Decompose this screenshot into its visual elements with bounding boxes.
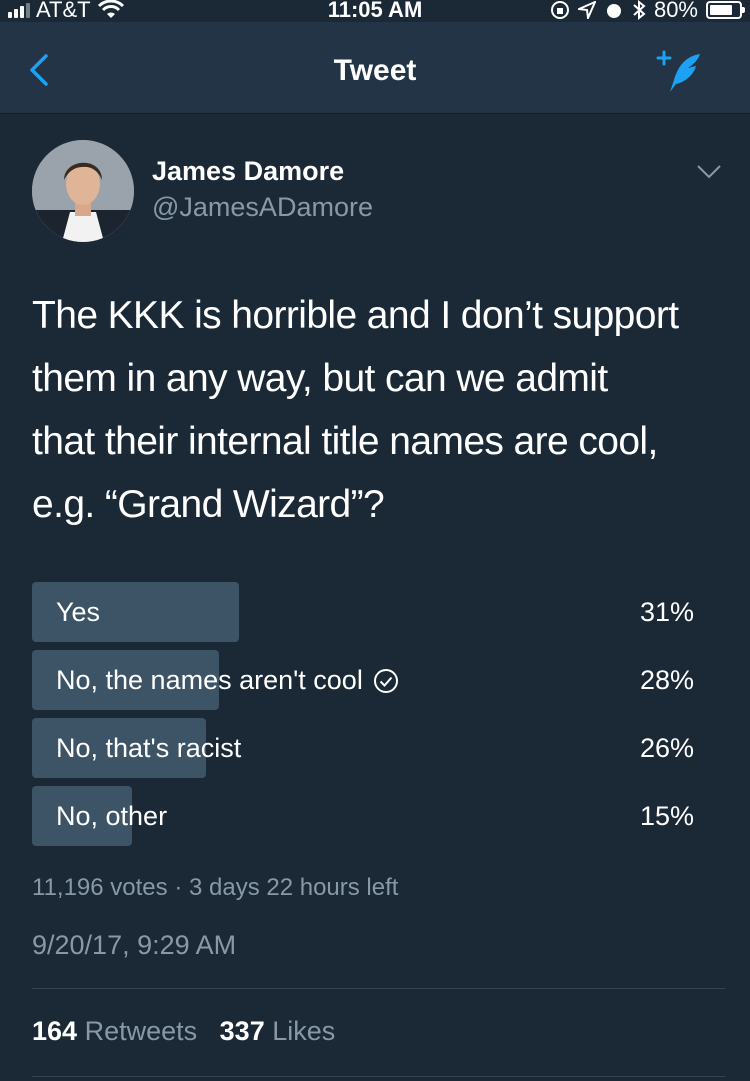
tweet-stats: 164 Retweets 337 Likes [32,1016,335,1047]
tweet-text: The KKK is horrible and I don’t support … [32,284,732,536]
poll: Yes 31% No, the names aren't cool 28% No… [32,582,700,854]
poll-option-label: No, the names aren't cool [56,665,363,695]
likes-label: Likes [272,1016,336,1046]
poll-option-percent: 28% [639,665,694,695]
author-handle[interactable]: @JamesADamore [152,192,373,223]
bluetooth-icon [633,0,646,20]
orientation-lock-icon [550,1,569,19]
divider [32,1076,725,1077]
poll-option-label: No, other [56,801,168,831]
retweets-stat[interactable]: 164 Retweets [32,1016,197,1046]
poll-meta: 11,196 votes · 3 days 22 hours left [32,874,399,901]
tweet-text-line: them in any way, but can we admit [32,357,608,400]
likes-count: 337 [219,1016,265,1046]
tweet-text-line: that their internal title names are cool… [32,420,658,463]
poll-option-percent: 15% [639,801,694,831]
retweets-label: Retweets [84,1016,198,1046]
poll-option-label: Yes [56,597,101,627]
tweet-text-line: e.g. “Grand Wizard”? [32,483,385,526]
chevron-down-icon[interactable] [696,162,722,182]
poll-option: No, that's racist 26% [32,718,700,778]
alarm-icon [606,4,621,18]
location-icon [577,1,596,19]
status-bar: AT&T 11:05 AM 80% [0,0,750,22]
page-title: Tweet [333,54,417,87]
likes-stat[interactable]: 337 Likes [220,1016,336,1046]
poll-option-percent: 26% [639,733,694,763]
check-circle-icon [373,668,398,693]
retweets-count: 164 [32,1016,78,1046]
poll-option-label: No, that's racist [56,733,242,763]
divider [32,988,725,989]
battery-icon [706,1,745,19]
author-name[interactable]: James Damore [152,156,344,187]
tweet-text-line: The KKK is horrible and I don’t support [32,294,679,337]
compose-tweet-icon[interactable] [656,46,706,96]
tweet-timestamp: 9/20/17, 9:29 AM [32,930,237,960]
poll-option: No, the names aren't cool 28% [32,650,700,710]
nav-bar: Tweet [0,22,750,114]
poll-option: No, other 15% [32,786,700,846]
poll-option-percent: 31% [639,597,694,627]
avatar[interactable] [32,140,134,242]
status-right: 80% [550,0,745,23]
poll-option: Yes 31% [32,582,700,642]
battery-percent: 80% [653,0,698,22]
tweet-author: James Damore @JamesADamore [32,140,722,244]
